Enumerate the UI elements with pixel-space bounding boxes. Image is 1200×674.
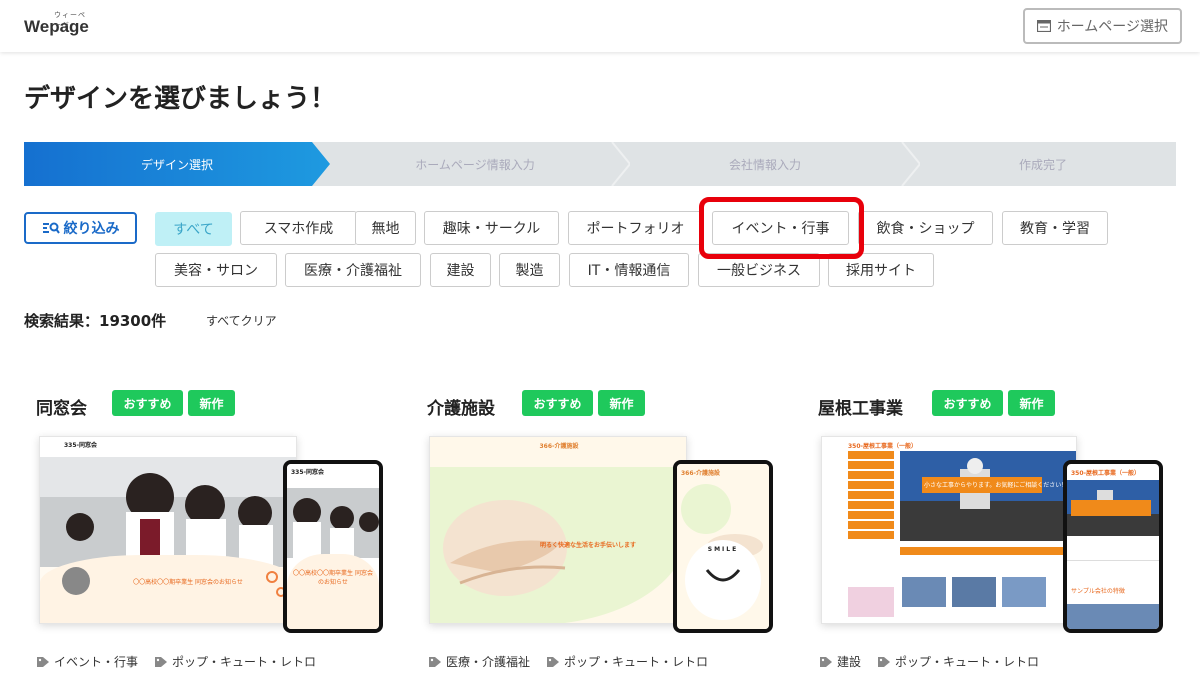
preview-site-title: 366-介護施設 — [539, 443, 579, 450]
homepage-select-button[interactable]: ホームページ選択 — [1022, 8, 1182, 44]
smile-text: SMILE — [707, 546, 739, 553]
tag-icon — [878, 656, 891, 667]
desktop-preview: 350-屋根工事業（一般） 小さな工事からやります。お気軽にご相談ください！ — [821, 436, 1077, 624]
preview-headline: 〇〇高校〇〇期卒業生 同窓会のお知らせ — [133, 579, 243, 586]
search-result-count: 検索結果：19300件 — [24, 312, 167, 330]
tag-construction[interactable]: 建設 — [430, 253, 491, 287]
new-badge: 新作 — [1008, 390, 1055, 416]
new-badge: 新作 — [188, 390, 235, 416]
tag-smartphone[interactable]: スマホ作成 — [240, 211, 357, 245]
tag-education[interactable]: 教育・学習 — [1002, 211, 1108, 245]
filter-button[interactable]: 絞り込み — [24, 212, 137, 244]
tag-all[interactable]: すべて — [155, 212, 232, 246]
filter-button-label: 絞り込み — [63, 221, 120, 237]
card-title[interactable]: 屋根工事業 — [818, 394, 903, 419]
step-company-info: 会社情報入力 — [728, 157, 801, 172]
homepage-select-label: ホームページ選択 — [1056, 19, 1168, 35]
step-separator — [901, 142, 920, 186]
card-title[interactable]: 同窓会 — [36, 394, 87, 419]
card-tags: 医療・介護福祉 ポップ・キュート・レトロ — [428, 653, 708, 670]
tag-food-shop[interactable]: 飲食・ショップ — [858, 211, 993, 245]
tag-icon — [155, 656, 168, 667]
students-photo — [40, 457, 296, 567]
card-tags: 建設 ポップ・キュート・レトロ — [819, 653, 1039, 670]
tag-icon — [429, 656, 441, 667]
step-design-select: デザイン選択 — [24, 142, 330, 186]
filter-search-icon — [42, 222, 60, 234]
desktop-preview: 335-同窓会 〇〇高校〇〇期卒業生 同窓会のお知らせ — [39, 436, 297, 624]
card-tags: イベント・行事 ポップ・キュート・レトロ — [36, 653, 316, 670]
tag-hobby-circle[interactable]: 趣味・サークル — [424, 211, 559, 245]
card-title[interactable]: 介護施設 — [427, 394, 495, 419]
template-preview[interactable]: 350-屋根工事業（一般） 小さな工事からやります。お気軽にご相談ください！ 3… — [812, 430, 1172, 640]
phone-preview: 350-屋根工事業（一般） サンプル会社の特徴 — [1063, 460, 1163, 633]
highlight-box — [699, 197, 864, 259]
step-homepage-info: ホームページ情報入力 — [415, 157, 535, 172]
window-icon — [1036, 20, 1051, 32]
recommend-badge: おすすめ — [112, 390, 183, 416]
tag-beauty-salon[interactable]: 美容・サロン — [155, 253, 277, 287]
step-separator — [611, 142, 630, 186]
tag-icon — [37, 656, 49, 667]
tag-it[interactable]: IT・情報通信 — [569, 253, 689, 287]
preview-site-title: 335-同窓会 — [64, 442, 98, 449]
clear-all-link[interactable]: すべてクリア — [206, 312, 277, 329]
progress-steps: ホームページ情報入力 会社情報入力 作成完了 デザイン選択 — [24, 142, 1176, 186]
wepage-logo[interactable]: ウィーページ Wepage — [24, 11, 89, 37]
tag-portfolio[interactable]: ポートフォリオ — [568, 211, 703, 245]
step-complete: 作成完了 — [1018, 157, 1067, 172]
tag-medical-care[interactable]: 医療・介護福祉 — [285, 253, 421, 287]
recommend-badge: おすすめ — [932, 390, 1003, 416]
new-badge: 新作 — [598, 390, 645, 416]
preview-headline: 明るく快適な生活をお手伝いします — [540, 542, 637, 549]
template-preview[interactable]: 366-介護施設 明るく快適な生活をお手伝いします 366-介護施設 SMILE — [420, 430, 780, 640]
tag-icon — [820, 656, 832, 667]
logo-ruby: ウィーページ — [54, 11, 86, 29]
tag-manufacturing[interactable]: 製造 — [499, 253, 560, 287]
tag-icon — [547, 656, 560, 667]
preview-headline: 小さな工事からやります。お気軽にご相談ください！ — [924, 482, 1068, 489]
phone-preview: 366-介護施設 SMILE — [673, 460, 773, 633]
roof-photo — [900, 451, 1076, 541]
template-preview[interactable]: 335-同窓会 〇〇高校〇〇期卒業生 同窓会のお知らせ 335-同窓会 〇〇高校… — [30, 430, 390, 640]
desktop-preview: 366-介護施設 明るく快適な生活をお手伝いします — [429, 436, 687, 624]
tag-plain[interactable]: 無地 — [355, 211, 416, 245]
preview-sample: サンプル会社の特徴 — [1071, 588, 1125, 595]
preview-site-title: 350-屋根工事業（一般） — [848, 443, 918, 450]
phone-preview: 335-同窓会 〇〇高校〇〇期卒業生 同窓会のお知らせ — [283, 460, 383, 633]
recommend-badge: おすすめ — [522, 390, 593, 416]
page-title: デザインを選びましょう！ — [24, 84, 337, 114]
smile-icon — [705, 569, 741, 582]
top-header: ウィーページ Wepage ホームページ選択 — [0, 0, 1200, 52]
